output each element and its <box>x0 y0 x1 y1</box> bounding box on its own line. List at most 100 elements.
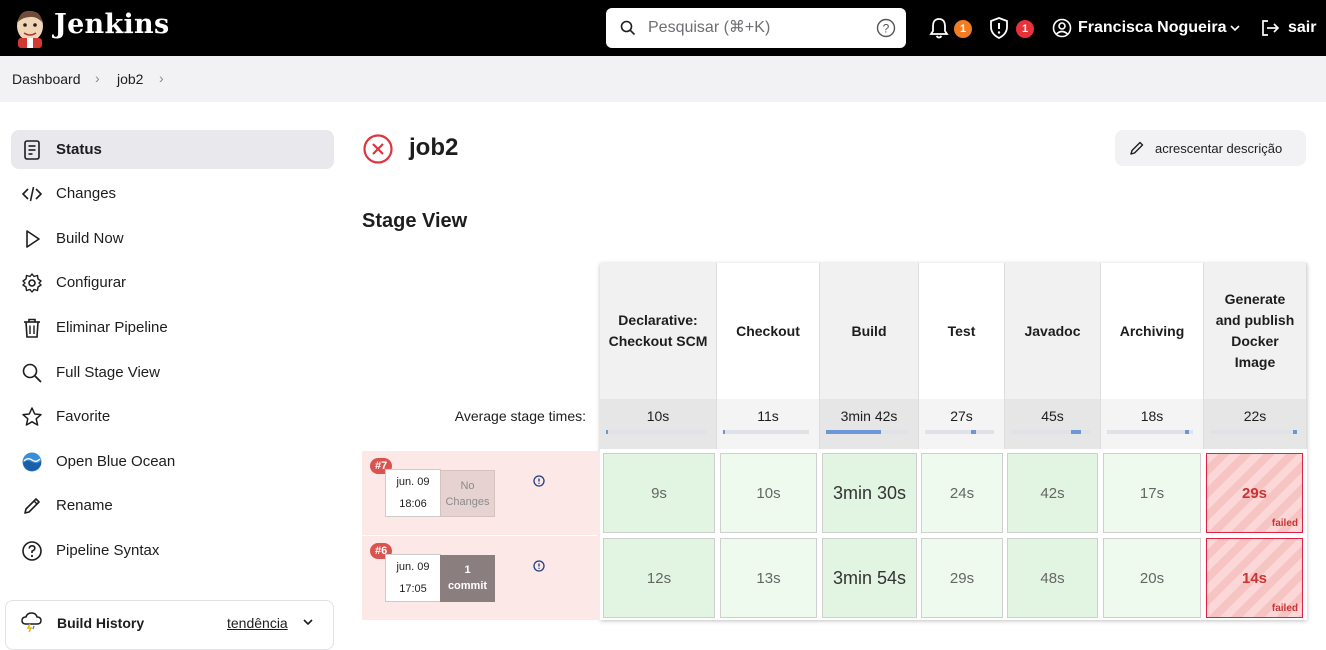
avg-time: 27s <box>950 408 973 424</box>
avg-time-bar-fill <box>971 430 976 434</box>
sidebar-item-label: Full Stage View <box>56 364 160 381</box>
avg-time-bar-fill <box>1185 430 1189 434</box>
help-icon[interactable]: ? <box>876 18 896 38</box>
avg-cell: 3min 42s <box>820 399 919 449</box>
stage-header: Build <box>820 263 919 399</box>
logout-icon <box>1262 20 1280 36</box>
avg-time: 11s <box>757 408 779 424</box>
sidebar-item-label: Rename <box>56 497 113 514</box>
avg-cell: 18s <box>1101 399 1204 449</box>
brand-title[interactable]: Jenkins <box>54 9 169 40</box>
stage-cell[interactable]: 9s <box>603 453 715 533</box>
stage-header: Generate and publish Docker Image <box>1204 263 1307 399</box>
pencil-icon <box>1130 141 1144 155</box>
chevron-down-icon <box>1230 25 1240 32</box>
changes-box[interactable]: No Changes <box>440 470 495 517</box>
help-icon <box>22 541 42 561</box>
page-title: job2 <box>409 134 459 161</box>
gear-icon <box>22 273 42 293</box>
run-date-box: jun. 09 18:06 <box>385 469 441 517</box>
stage-cell-value: 29s <box>1241 484 1268 502</box>
avg-time-bar <box>1011 430 1090 434</box>
stage-cell[interactable]: 29s <box>921 538 1003 618</box>
avg-time-bar <box>723 430 809 434</box>
info-icon[interactable] <box>533 475 545 487</box>
stage-header: Test <box>919 263 1005 399</box>
stage-cell[interactable]: 20s <box>1103 538 1201 618</box>
avg-cell: 22s <box>1204 399 1307 449</box>
build-history-panel: Build History tendência <box>5 600 334 650</box>
avg-time-bar-fill <box>723 430 725 434</box>
avg-time: 10s <box>646 408 670 424</box>
notifications-button[interactable]: 1 <box>928 14 974 42</box>
sidebar-item-rename[interactable]: Rename <box>11 486 334 525</box>
stage-cell[interactable]: 10s <box>720 453 817 533</box>
sidebar-item-eliminar-pipeline[interactable]: Eliminar Pipeline <box>11 308 334 347</box>
notifications-badge: 1 <box>954 20 972 38</box>
bell-icon <box>929 18 949 39</box>
run-date: jun. 09 <box>396 476 430 488</box>
stage-cell-failed[interactable]: 29s failed <box>1206 453 1303 533</box>
chevron-right-icon: › <box>95 70 100 86</box>
info-icon[interactable] <box>533 560 545 572</box>
stage-cell[interactable]: 3min 54s <box>822 538 917 618</box>
sidebar-item-changes[interactable]: Changes <box>11 174 334 213</box>
commit-count: 1 <box>464 564 471 576</box>
breadcrumb-job2[interactable]: job2 <box>117 71 143 87</box>
failed-label: failed <box>1271 518 1298 529</box>
stage-cell[interactable]: 24s <box>921 453 1003 533</box>
avg-time-bar-fill <box>606 430 608 434</box>
sidebar-item-status[interactable]: Status <box>11 130 334 169</box>
chevron-right-icon[interactable]: › <box>159 70 164 86</box>
add-description-button[interactable]: acrescentar descrição <box>1115 130 1306 166</box>
run-time: 18:06 <box>399 498 427 510</box>
sidebar-item-pipeline-syntax[interactable]: Pipeline Syntax <box>11 531 334 570</box>
avg-time: 3min 42s <box>840 408 898 424</box>
stage-header: Archiving <box>1101 263 1204 399</box>
sidebar-item-build-now[interactable]: Build Now <box>11 219 334 258</box>
avg-time: 22s <box>1243 408 1267 424</box>
security-badge: 1 <box>1016 20 1034 38</box>
avg-time-bar <box>606 430 706 434</box>
search-icon <box>22 363 42 383</box>
sidebar-item-label: Eliminar Pipeline <box>56 319 168 336</box>
search-box[interactable]: ? <box>606 8 906 48</box>
avg-time-bar-fill <box>1293 430 1297 434</box>
sidebar-item-full-stage-view[interactable]: Full Stage View <box>11 353 334 392</box>
run-date: jun. 09 <box>396 561 430 573</box>
search-input[interactable] <box>648 17 858 39</box>
stage-cell[interactable]: 12s <box>603 538 715 618</box>
add-description-label: acrescentar descrição <box>1155 141 1283 156</box>
stage-header: Javadoc <box>1005 263 1101 399</box>
sidebar-item-label: Status <box>56 141 102 158</box>
avg-time: 45s <box>1041 408 1064 424</box>
stage-cell[interactable]: 42s <box>1007 453 1098 533</box>
sidebar-item-configurar[interactable]: Configurar <box>11 263 334 302</box>
stage-cell[interactable]: 17s <box>1103 453 1201 533</box>
avg-cell: 10s <box>600 399 717 449</box>
sidebar-item-favorite[interactable]: Favorite <box>11 397 334 436</box>
trend-link[interactable]: tendência <box>227 615 288 631</box>
avg-time-bar <box>1107 430 1193 434</box>
sidebar-item-open-blue-ocean[interactable]: Open Blue Ocean <box>11 442 334 481</box>
code-icon <box>21 186 43 202</box>
shield-icon <box>990 17 1008 40</box>
stage-cell[interactable]: 3min 30s <box>822 453 917 533</box>
stage-cell-failed[interactable]: 14s failed <box>1206 538 1303 618</box>
top-bar: Jenkins ? 1 1 Francisca N <box>0 0 1326 56</box>
failed-status-icon <box>363 134 393 164</box>
stage-cell[interactable]: 48s <box>1007 538 1098 618</box>
star-icon <box>22 407 42 426</box>
security-button[interactable]: 1 <box>988 14 1036 42</box>
failed-label: failed <box>1271 603 1298 614</box>
changes-box[interactable]: 1 commit <box>440 555 495 602</box>
pencil-icon <box>24 498 40 514</box>
run-date-box: jun. 09 17:05 <box>385 554 441 602</box>
stage-cell[interactable]: 13s <box>720 538 817 618</box>
avg-time-bar <box>1210 430 1297 434</box>
sidebar-item-label: Favorite <box>56 408 111 425</box>
jenkins-logo-icon[interactable] <box>12 8 48 48</box>
chevron-down-icon[interactable] <box>302 616 314 628</box>
breadcrumb-dashboard[interactable]: Dashboard <box>12 71 81 87</box>
sidebar-item-label: Open Blue Ocean <box>56 453 176 470</box>
